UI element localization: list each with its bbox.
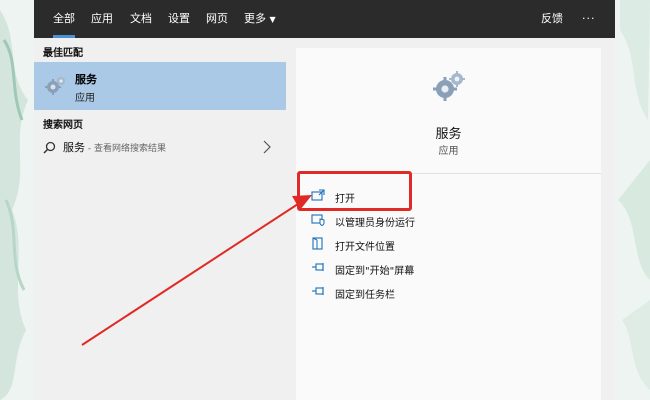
annotation-arrow-icon	[81, 195, 312, 346]
